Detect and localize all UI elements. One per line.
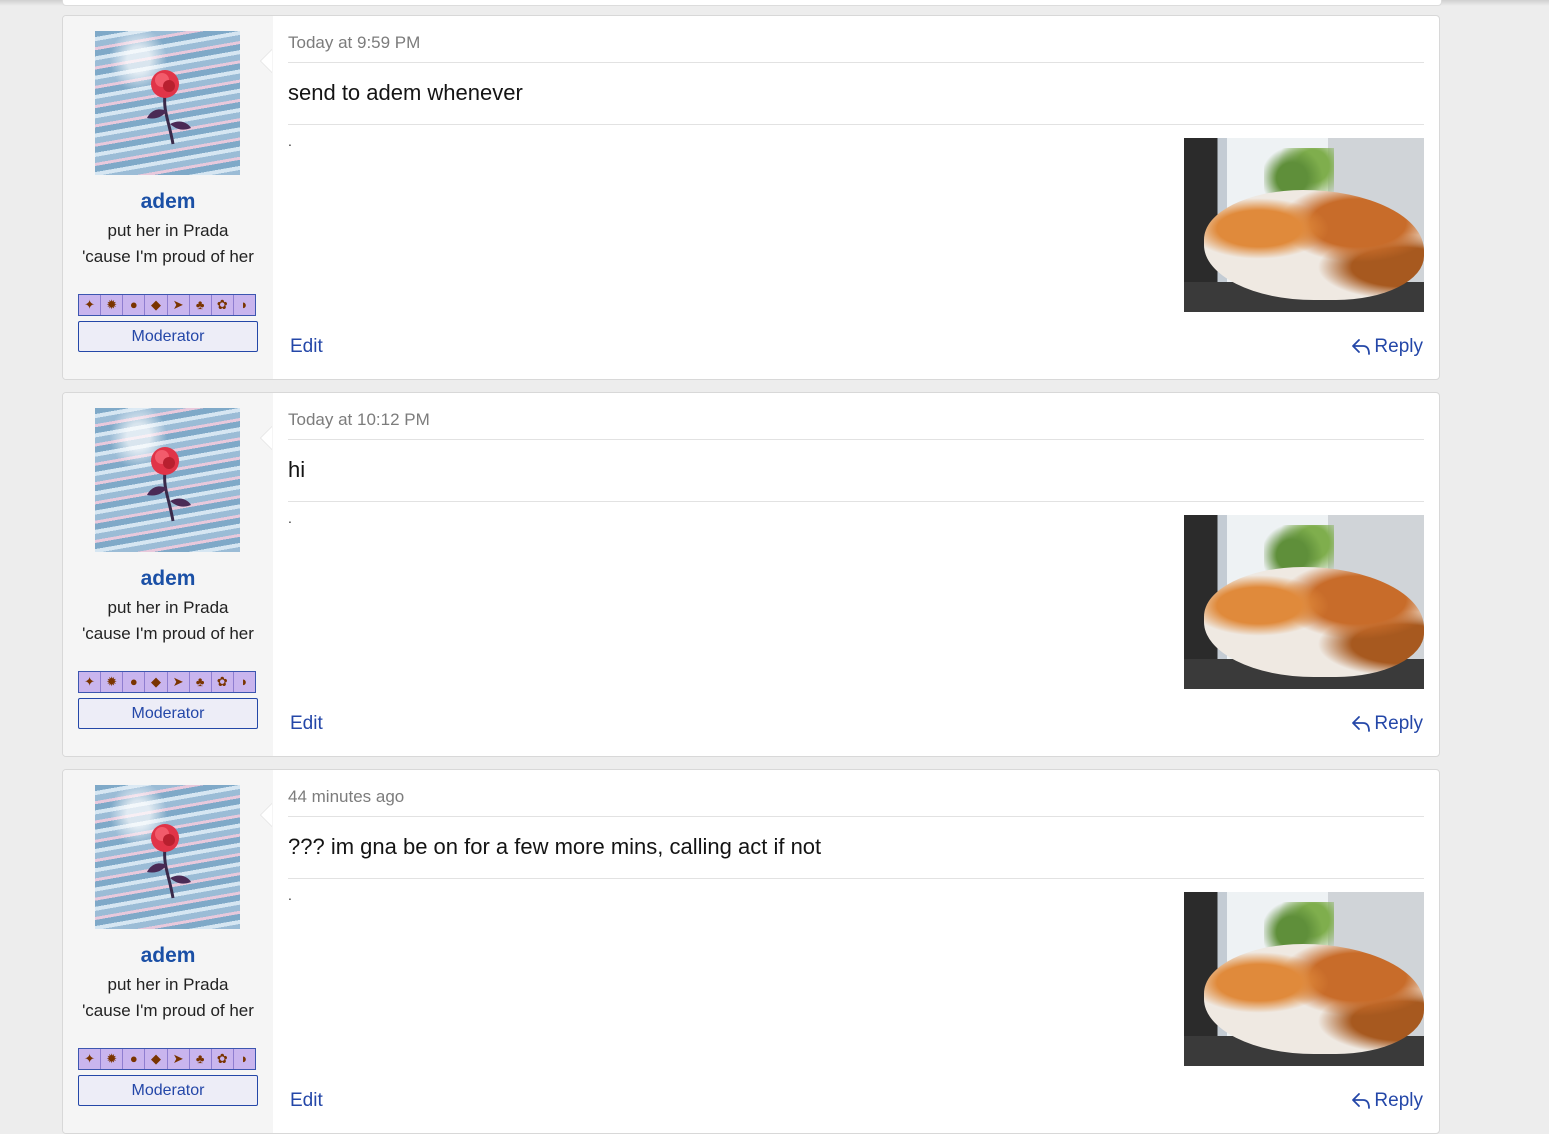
arrow-badge-icon: ➤: [168, 672, 190, 692]
cat-shape: [1204, 944, 1424, 1054]
reply-label: Reply: [1374, 336, 1423, 357]
previous-post-edge: [62, 0, 1442, 6]
message-body: send to adem whenever: [288, 80, 523, 105]
speech-pointer: [260, 426, 272, 450]
reply-arrow-icon: [1352, 716, 1371, 732]
post-timestamp[interactable]: 44 minutes ago: [288, 787, 404, 807]
post: adem put her in Prada 'cause I'm proud o…: [62, 769, 1440, 1134]
signature-divider: [288, 878, 1424, 879]
signature-text: .: [288, 510, 292, 526]
user-title: put her in Prada 'cause I'm proud of her: [82, 598, 254, 643]
rose-icon: [147, 824, 191, 899]
username-link[interactable]: adem: [63, 190, 273, 214]
user-title: put her in Prada 'cause I'm proud of her: [82, 975, 254, 1020]
reply-label: Reply: [1374, 1090, 1423, 1111]
signature-divider: [288, 124, 1424, 125]
fist-badge-icon: ●: [123, 1049, 146, 1069]
flame-badge-icon: ✹: [101, 672, 124, 692]
header-divider: [288, 62, 1424, 63]
header-divider: [288, 439, 1424, 440]
reply-arrow-icon: [1352, 339, 1371, 355]
leaf-badge-icon: ♣: [190, 672, 212, 692]
gear-badge-icon: ✿: [212, 295, 234, 315]
edit-button[interactable]: Edit: [290, 713, 323, 735]
diamond-badge-icon: ◆: [145, 672, 168, 692]
message-body: ??? im gna be on for a few more mins, ca…: [288, 834, 822, 859]
signature-text: .: [288, 887, 292, 903]
post-content: Today at 9:59 PM send to adem whenever .…: [273, 16, 1439, 379]
post-content: 44 minutes ago ??? im gna be on for a fe…: [273, 770, 1439, 1133]
gear-badge-icon: ✿: [212, 672, 234, 692]
user-avatar[interactable]: [95, 785, 240, 929]
dragon-badge-icon: ✦: [79, 1049, 102, 1069]
user-info-panel: adem put her in Prada 'cause I'm proud o…: [63, 16, 273, 379]
badge-strip: ✦ ✹ ● ◆ ➤ ♣ ✿ ◗: [78, 671, 256, 693]
gear-badge-icon: ✿: [212, 1049, 234, 1069]
fist-badge-icon: ●: [123, 672, 146, 692]
wave-badge-icon: ◗: [240, 297, 249, 312]
rose-icon: [147, 70, 191, 145]
user-info-panel: adem put her in Prada 'cause I'm proud o…: [63, 393, 273, 756]
wave-badge-icon: ◗: [240, 1051, 249, 1066]
arrow-badge-icon: ➤: [168, 1049, 190, 1069]
badge-strip: ✦ ✹ ● ◆ ➤ ♣ ✿ ◗: [78, 294, 256, 316]
role-badge[interactable]: Moderator: [78, 1075, 258, 1106]
dragon-badge-icon: ✦: [79, 672, 102, 692]
badge-strip: ✦ ✹ ● ◆ ➤ ♣ ✿ ◗: [78, 1048, 256, 1070]
cat-shape: [1204, 190, 1424, 300]
message-body: hi: [288, 457, 306, 482]
speech-pointer: [260, 49, 272, 73]
post-timestamp[interactable]: Today at 9:59 PM: [288, 33, 420, 53]
cat-shape: [1204, 567, 1424, 677]
user-avatar[interactable]: [95, 31, 240, 175]
dragon-badge-icon: ✦: [79, 295, 102, 315]
reply-arrow-icon: [1352, 1093, 1371, 1109]
post-content: Today at 10:12 PM hi . Edit Reply: [273, 393, 1439, 756]
fist-badge-icon: ●: [123, 295, 146, 315]
reply-button[interactable]: Reply: [1351, 336, 1423, 358]
reply-label: Reply: [1374, 713, 1423, 734]
signature-text: .: [288, 133, 292, 149]
user-title: put her in Prada 'cause I'm proud of her: [82, 221, 254, 266]
username-link[interactable]: adem: [63, 944, 273, 968]
header-divider: [288, 816, 1424, 817]
edit-button[interactable]: Edit: [290, 1090, 323, 1112]
arrow-badge-icon: ➤: [168, 295, 190, 315]
diamond-badge-icon: ◆: [145, 295, 168, 315]
signature-divider: [288, 501, 1424, 502]
wave-badge-icon: ◗: [240, 674, 249, 689]
post: adem put her in Prada 'cause I'm proud o…: [62, 15, 1440, 380]
leaf-badge-icon: ♣: [190, 295, 212, 315]
reply-button[interactable]: Reply: [1351, 1090, 1423, 1112]
rose-icon: [147, 447, 191, 522]
reply-button[interactable]: Reply: [1351, 713, 1423, 735]
post: adem put her in Prada 'cause I'm proud o…: [62, 392, 1440, 757]
signature-cat-image: [1184, 515, 1424, 689]
flame-badge-icon: ✹: [101, 295, 124, 315]
username-link[interactable]: adem: [63, 567, 273, 591]
role-badge[interactable]: Moderator: [78, 321, 258, 352]
flame-badge-icon: ✹: [101, 1049, 124, 1069]
user-info-panel: adem put her in Prada 'cause I'm proud o…: [63, 770, 273, 1133]
signature-cat-image: [1184, 138, 1424, 312]
role-badge[interactable]: Moderator: [78, 698, 258, 729]
user-avatar[interactable]: [95, 408, 240, 552]
diamond-badge-icon: ◆: [145, 1049, 168, 1069]
signature-cat-image: [1184, 892, 1424, 1066]
leaf-badge-icon: ♣: [190, 1049, 212, 1069]
post-timestamp[interactable]: Today at 10:12 PM: [288, 410, 430, 430]
speech-pointer: [260, 803, 272, 827]
edit-button[interactable]: Edit: [290, 336, 323, 358]
